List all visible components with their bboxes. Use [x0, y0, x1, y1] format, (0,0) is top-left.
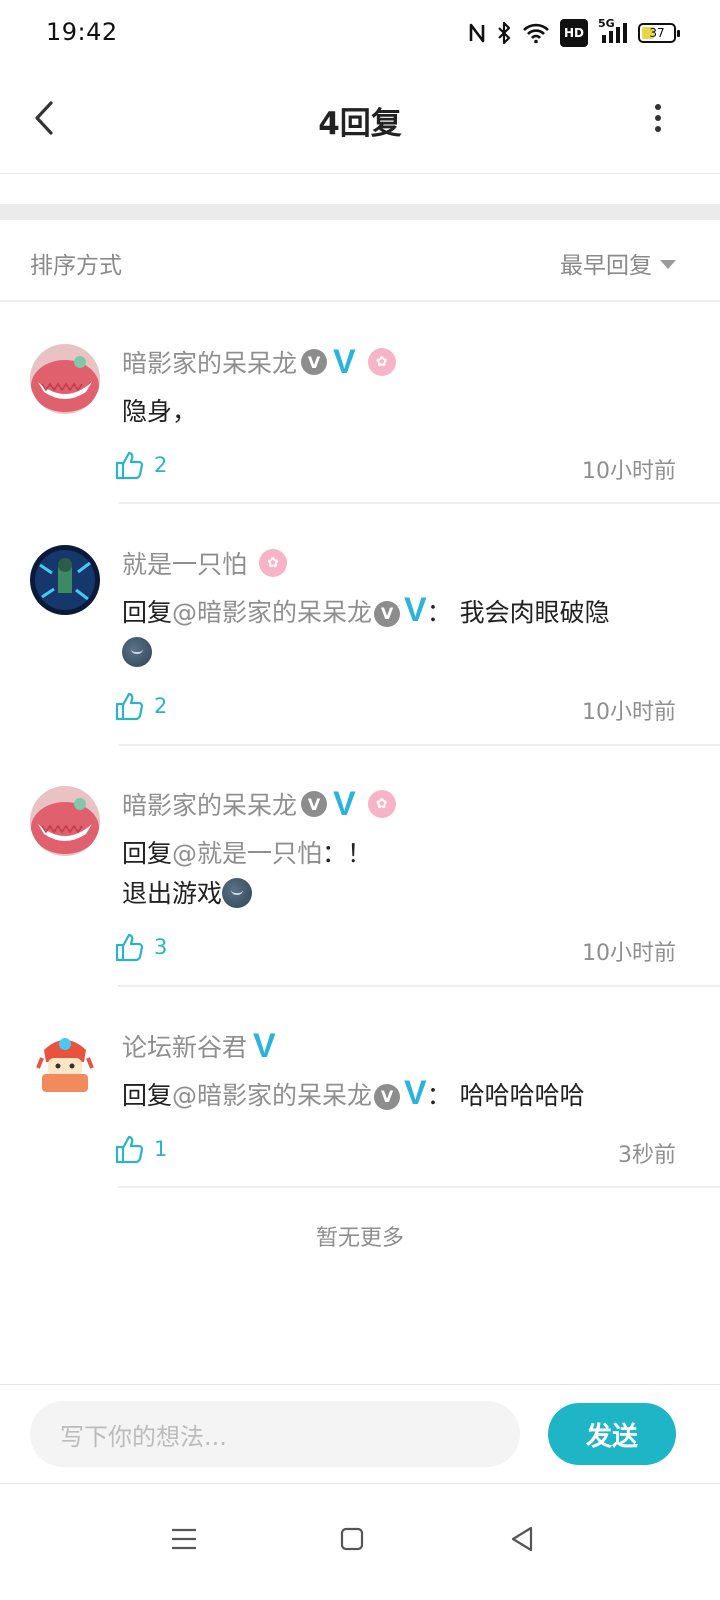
like-count: 2: [154, 694, 168, 718]
reply-item: 论坛新谷君 V 回复@暗影家的呆呆龙 V V： 哈哈哈哈哈 1 3秒前: [0, 988, 720, 1190]
sort-dropdown[interactable]: 最早回复: [560, 246, 676, 280]
like-count: 2: [154, 453, 168, 477]
level-badge-icon: ✿: [367, 348, 396, 376]
signal-icon: 5G: [598, 17, 628, 47]
reply-text-line2: 退出游戏: [122, 879, 223, 908]
reply-item: 就是一只怕 ✿ 回复@暗影家的呆呆龙 V V： 我会肉眼破隐 2 10小时前: [0, 505, 720, 746]
like-count: 3: [154, 935, 168, 959]
moon-face-icon: [122, 637, 152, 667]
level-badge-icon: ✿: [367, 790, 396, 818]
like-button[interactable]: 2: [114, 450, 167, 480]
caret-down-icon: [660, 259, 676, 269]
menu-nav-button[interactable]: [156, 1511, 212, 1567]
reply-content[interactable]: 回复@暗影家的呆呆龙 V V： 哈哈哈哈哈: [122, 1076, 682, 1116]
reply-text: ： 哈哈哈哈哈: [426, 1081, 585, 1110]
more-vertical-icon: [655, 104, 661, 132]
divider: [118, 502, 720, 504]
sort-row: 排序方式 最早回复: [0, 220, 720, 302]
avatar[interactable]: [30, 344, 100, 414]
reply-content[interactable]: 隐身，: [122, 392, 682, 432]
sort-selected: 最早回复: [560, 253, 652, 279]
username[interactable]: 暗影家的呆呆龙: [122, 786, 297, 822]
moon-face-icon: [222, 878, 253, 908]
status-icons: HD 5G 37: [468, 17, 680, 48]
header: 4回复: [0, 66, 720, 174]
menu-icon: [172, 1528, 196, 1550]
thumbs-up-icon: [115, 933, 144, 962]
network-label: 5G: [598, 17, 615, 30]
like-button[interactable]: 1: [114, 1134, 167, 1164]
username-row: 就是一只怕 ✿: [122, 545, 288, 581]
verified-blue-icon: V: [333, 785, 356, 823]
verified-blue-icon: V: [404, 591, 427, 629]
verified-blue-icon: V: [253, 1027, 276, 1065]
reply-item: 暗影家的呆呆龙 V V ✿ 回复@就是一只怕：！ 退出游戏 3 10小时前: [0, 746, 720, 987]
home-square-icon: [340, 1527, 364, 1551]
battery-icon: 37: [638, 23, 680, 43]
like-button[interactable]: 3: [114, 932, 167, 962]
more-button[interactable]: [636, 96, 680, 140]
reply-prefix: 回复: [122, 598, 173, 627]
status-bar: 19:42 HD 5G 37: [0, 0, 720, 66]
nfc-icon: [468, 19, 486, 47]
reply-item: 暗影家的呆呆龙 V V ✿ 隐身， 2 10小时前: [0, 304, 720, 504]
verified-gray-icon: V: [301, 791, 328, 817]
status-time: 19:42: [46, 18, 118, 46]
hd-icon: HD: [559, 19, 588, 47]
reply-content[interactable]: 回复@暗影家的呆呆龙 V V： 我会肉眼破隐: [122, 593, 682, 673]
reply-time: 10小时前: [582, 941, 676, 966]
username[interactable]: 暗影家的呆呆龙: [122, 344, 297, 380]
section-divider: [0, 204, 720, 220]
divider: [118, 1186, 720, 1188]
username[interactable]: 就是一只怕: [122, 545, 247, 581]
mention-link[interactable]: @暗影家的呆呆龙: [172, 598, 372, 627]
avatar[interactable]: [30, 545, 100, 615]
thumbs-up-icon: [115, 1135, 144, 1164]
composer-bar: 写下你的想法... 发送: [0, 1384, 720, 1484]
comment-input[interactable]: 写下你的想法...: [30, 1401, 520, 1467]
system-nav-bar: [0, 1485, 720, 1600]
username-row: 论坛新谷君 V: [122, 1028, 276, 1064]
verified-gray-icon: V: [301, 349, 328, 375]
avatar[interactable]: [30, 786, 100, 856]
reply-prefix: 回复: [122, 1081, 173, 1110]
username[interactable]: 论坛新谷君: [122, 1028, 247, 1064]
sort-label: 排序方式: [30, 253, 122, 279]
verified-blue-icon: V: [404, 1074, 427, 1112]
reply-text: ： 我会肉眼破隐: [426, 598, 610, 627]
back-nav-button[interactable]: [494, 1511, 550, 1567]
like-button[interactable]: 2: [114, 691, 167, 721]
avatar[interactable]: [30, 1028, 100, 1098]
divider: [118, 985, 720, 987]
reply-time: 10小时前: [582, 459, 676, 484]
reply-time: 3秒前: [618, 1143, 676, 1168]
no-more-text: 暂无更多: [315, 1226, 404, 1251]
reply-text: ：！: [322, 839, 373, 868]
back-triangle-icon: [511, 1526, 533, 1552]
verified-gray-icon: V: [374, 601, 401, 627]
level-badge-icon: ✿: [259, 549, 288, 577]
battery-level: 37: [649, 26, 665, 40]
verified-blue-icon: V: [333, 343, 356, 381]
bluetooth-icon: [496, 19, 512, 47]
send-button[interactable]: 发送: [548, 1403, 676, 1465]
verified-gray-icon: V: [374, 1084, 401, 1110]
home-nav-button[interactable]: [324, 1511, 380, 1567]
like-count: 1: [154, 1137, 168, 1161]
reply-text: 隐身，: [122, 397, 198, 426]
mention-link[interactable]: @暗影家的呆呆龙: [172, 1081, 372, 1110]
reply-content[interactable]: 回复@就是一只怕：！ 退出游戏: [122, 834, 682, 914]
reply-time: 10小时前: [582, 700, 676, 725]
thumbs-up-icon: [115, 451, 144, 480]
username-row: 暗影家的呆呆龙 V V ✿: [122, 344, 396, 380]
wifi-icon: [522, 19, 550, 47]
thumbs-up-icon: [115, 692, 144, 721]
page-title: 4回复: [318, 106, 402, 142]
mention-link[interactable]: @就是一只怕: [172, 839, 322, 868]
reply-prefix: 回复: [122, 839, 173, 868]
username-row: 暗影家的呆呆龙 V V ✿: [122, 786, 396, 822]
